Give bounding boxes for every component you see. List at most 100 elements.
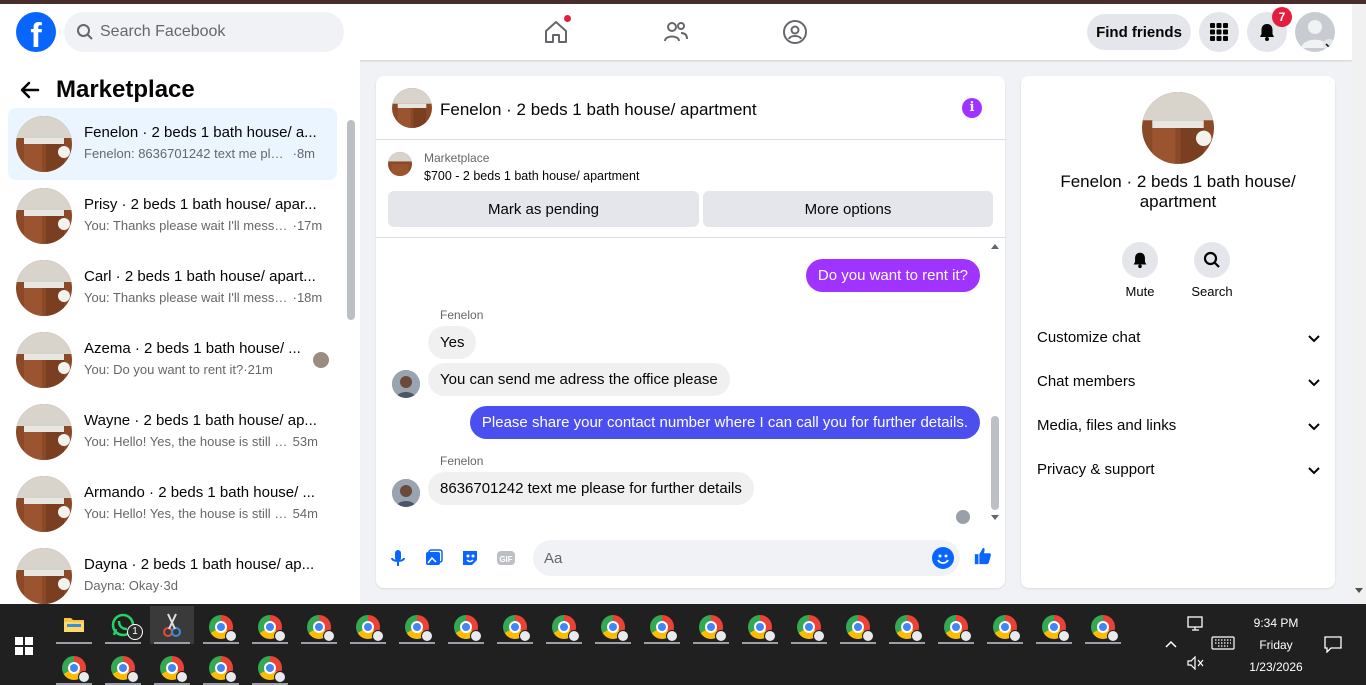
chrome-taskbar-button[interactable]: [346, 606, 390, 644]
browser-scrollbar[interactable]: [1352, 4, 1366, 604]
mute-button[interactable]: Mute: [1110, 242, 1170, 299]
chrome-taskbar-button[interactable]: [297, 606, 341, 644]
photo-icon[interactable]: [424, 548, 444, 568]
sender-avatar[interactable]: [392, 370, 420, 398]
clock-time[interactable]: 9:34 PM: [1240, 616, 1312, 630]
facebook-logo-icon[interactable]: f: [16, 12, 56, 52]
chat-members-row[interactable]: Chat members: [1037, 373, 1321, 397]
chat-scrollbar[interactable]: [991, 416, 999, 510]
snipping-tool-taskbar-button[interactable]: [150, 606, 194, 644]
customize-chat-row[interactable]: Customize chat: [1037, 329, 1321, 353]
listing-thumbnail: [388, 152, 412, 176]
chrome-taskbar-button[interactable]: [591, 606, 635, 644]
info-icon[interactable]: i: [962, 98, 982, 118]
conversation-item[interactable]: Fenelon · 2 beds 1 bath house/ a... Fene…: [8, 108, 337, 180]
sticker-icon[interactable]: [460, 548, 480, 568]
media-files-links-row[interactable]: Media, files and links: [1037, 417, 1321, 441]
back-arrow-icon[interactable]: [20, 80, 40, 100]
find-friends-button[interactable]: Find friends: [1087, 14, 1191, 50]
chrome-icon: [62, 656, 90, 683]
listing-thumbnail: [16, 260, 72, 316]
privacy-support-row[interactable]: Privacy & support: [1037, 461, 1321, 485]
chrome-icon: [699, 615, 727, 642]
mark-as-pending-button[interactable]: Mark as pending: [388, 191, 699, 227]
whatsapp-taskbar-button[interactable]: 1: [101, 606, 145, 644]
chevron-up-icon[interactable]: [1165, 640, 1177, 648]
chrome-taskbar-button[interactable]: [395, 606, 439, 644]
conversation-item[interactable]: Prisy · 2 beds 1 bath house/ apar... You…: [8, 180, 337, 252]
profile-avatar[interactable]: [1295, 12, 1335, 52]
conversation-item[interactable]: Dayna · 2 beds 1 bath house/ ap... Dayna…: [8, 540, 337, 612]
chrome-taskbar-button[interactable]: [248, 606, 292, 644]
conversation-list-scrollbar[interactable]: [347, 120, 355, 320]
chrome-taskbar-button[interactable]: [1081, 606, 1125, 644]
menu-button[interactable]: [1199, 12, 1239, 52]
file-explorer-taskbar-button[interactable]: [52, 606, 96, 644]
chrome-taskbar-button[interactable]: [150, 647, 194, 685]
search-input[interactable]: Search Facebook: [64, 12, 344, 52]
chrome-taskbar-button[interactable]: [787, 606, 831, 644]
chrome-taskbar-button[interactable]: [101, 647, 145, 685]
outgoing-message[interactable]: Please share your contact number where I…: [469, 406, 980, 439]
more-options-button[interactable]: More options: [703, 191, 993, 227]
network-icon[interactable]: [1187, 616, 1205, 632]
volume-muted-icon[interactable]: [1187, 656, 1205, 670]
notification-center-icon[interactable]: [1324, 635, 1342, 653]
message-composer: GIF Aa: [376, 524, 1005, 588]
like-thumb-icon[interactable]: [973, 546, 993, 566]
chrome-taskbar-button[interactable]: [885, 606, 929, 644]
default-avatar-icon: [1301, 20, 1335, 51]
listing-thumbnail: [16, 188, 72, 244]
clock-day[interactable]: Friday: [1240, 638, 1312, 652]
clock-date[interactable]: 1/23/2026: [1240, 660, 1312, 674]
keyboard-icon[interactable]: [1211, 636, 1235, 650]
microphone-icon[interactable]: [388, 548, 408, 568]
conversation-item[interactable]: Armando · 2 beds 1 bath house/ ... You: …: [8, 468, 337, 540]
bell-icon: [1260, 24, 1274, 41]
conversation-item[interactable]: Carl · 2 beds 1 bath house/ apart... You…: [8, 252, 337, 324]
message-input[interactable]: Aa: [533, 540, 960, 576]
conversation-name: Armando · 2 beds 1 bath house/ ...: [84, 484, 315, 501]
listing-price-title[interactable]: $700 - 2 beds 1 bath house/ apartment: [424, 169, 639, 183]
chrome-taskbar-button[interactable]: [542, 606, 586, 644]
friends-nav-button[interactable]: [662, 18, 690, 46]
conversation-name: Azema · 2 beds 1 bath house/ ...: [84, 340, 301, 357]
outgoing-message[interactable]: Do you want to rent it?: [805, 259, 980, 292]
home-nav-button[interactable]: [542, 14, 572, 46]
chrome-taskbar-button[interactable]: [1032, 606, 1076, 644]
conversation-item[interactable]: Azema · 2 beds 1 bath house/ ... You: Do…: [8, 324, 337, 396]
chrome-taskbar-button[interactable]: [493, 606, 537, 644]
chrome-taskbar-button[interactable]: [934, 606, 978, 644]
gif-icon[interactable]: GIF: [496, 548, 516, 568]
scroll-down-arrow-icon[interactable]: [990, 514, 1000, 522]
incoming-message[interactable]: Yes: [428, 326, 477, 359]
chrome-taskbar-button[interactable]: [689, 606, 733, 644]
message-sender: Fenelon: [440, 454, 484, 468]
chrome-taskbar-button[interactable]: [444, 606, 488, 644]
chrome-taskbar-button[interactable]: [640, 606, 684, 644]
scroll-down-arrow-icon[interactable]: [1355, 588, 1363, 594]
chrome-taskbar-button[interactable]: [199, 606, 243, 644]
conversation-list-panel: Marketplace Fenelon · 2 beds 1 bath hous…: [0, 60, 360, 604]
sender-avatar[interactable]: [392, 479, 420, 507]
chrome-taskbar-button[interactable]: [199, 647, 243, 685]
scroll-up-arrow-icon[interactable]: [990, 242, 1000, 250]
groups-nav-button[interactable]: [781, 18, 809, 46]
read-receipt-avatar: [956, 510, 970, 524]
chrome-taskbar-button[interactable]: [738, 606, 782, 644]
conversation-item[interactable]: Wayne · 2 beds 1 bath house/ ap... You: …: [8, 396, 337, 468]
conversation-snippet: You: Hello! Yes, the house is still a...…: [84, 434, 318, 449]
chrome-taskbar-button[interactable]: [248, 647, 292, 685]
chrome-taskbar-button[interactable]: [983, 606, 1027, 644]
incoming-message[interactable]: 8636701242 text me please for further de…: [428, 472, 754, 505]
incoming-message[interactable]: You can send me adress the office please: [428, 363, 730, 396]
mute-label: Mute: [1125, 284, 1155, 299]
chrome-taskbar-button[interactable]: [836, 606, 880, 644]
chat-avatar[interactable]: [392, 88, 432, 128]
emoji-icon[interactable]: [932, 547, 954, 569]
chat-title[interactable]: Fenelon · 2 beds 1 bath house/ apartment: [440, 100, 757, 120]
windows-start-icon[interactable]: [15, 637, 33, 655]
chrome-taskbar-button[interactable]: [52, 647, 96, 685]
chat-details-avatar: [1142, 92, 1214, 164]
search-in-chat-button[interactable]: Search: [1182, 242, 1242, 299]
